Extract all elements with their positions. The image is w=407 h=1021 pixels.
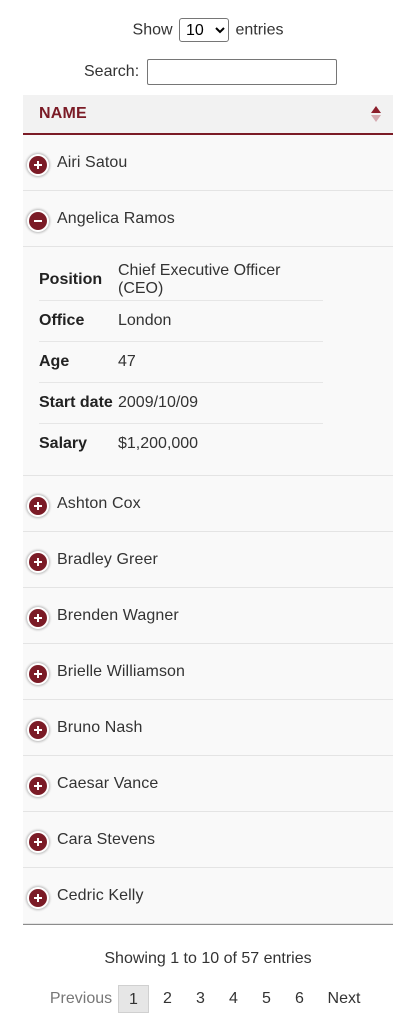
row-name: Brenden Wagner	[57, 606, 179, 624]
previous-page-button[interactable]: Previous	[44, 985, 118, 1013]
row-name: Bruno Nash	[57, 718, 143, 736]
table-row[interactable]: Brielle Williamson	[23, 644, 393, 700]
detail-value: 2009/10/09	[118, 382, 323, 424]
row-name: Caesar Vance	[57, 774, 159, 792]
expand-plus-icon[interactable]	[29, 155, 47, 174]
page-button-1[interactable]: 1	[118, 985, 149, 1013]
page-button-2[interactable]: 2	[151, 985, 184, 1013]
row-name: Bradley Greer	[57, 550, 158, 568]
detail-value: Chief Executive Officer (CEO)	[118, 260, 323, 301]
detail-row: Position Chief Executive Officer (CEO)	[39, 260, 323, 301]
detail-label: Office	[39, 300, 118, 342]
sort-ascending-icon	[371, 106, 381, 122]
detail-row: Salary $1,200,000	[39, 424, 323, 465]
table-row[interactable]: Caesar Vance	[23, 756, 393, 812]
pagination: Previous 1 2 3 4 5 6 Next	[0, 985, 407, 1013]
show-label: Show	[132, 21, 173, 39]
detail-value: 47	[118, 341, 323, 383]
entries-length-control: Show 10 entries	[0, 18, 407, 42]
expand-plus-icon[interactable]	[29, 776, 47, 795]
table-row[interactable]: Bradley Greer	[23, 532, 393, 588]
entries-label: entries	[235, 21, 284, 39]
expand-plus-icon[interactable]	[29, 552, 47, 571]
detail-label: Age	[39, 341, 118, 383]
page-button-5[interactable]: 5	[250, 985, 283, 1013]
table-row[interactable]: Airi Satou	[23, 135, 393, 191]
search-input[interactable]	[147, 59, 338, 85]
collapse-minus-icon[interactable]	[29, 211, 47, 230]
next-page-button[interactable]: Next	[316, 985, 372, 1013]
table-row[interactable]: Brenden Wagner	[23, 588, 393, 644]
detail-row: Start date 2009/10/09	[39, 382, 323, 424]
detail-label: Salary	[39, 435, 88, 452]
search-label: Search:	[84, 63, 140, 80]
table-row[interactable]: Ashton Cox	[23, 476, 393, 532]
expand-plus-icon[interactable]	[29, 608, 47, 627]
row-name: Cara Stevens	[57, 830, 156, 848]
row-name: Angelica Ramos	[57, 209, 175, 227]
detail-value: London	[118, 300, 323, 342]
table-row[interactable]: Cedric Kelly	[23, 868, 393, 924]
expand-plus-icon[interactable]	[29, 720, 47, 739]
expand-plus-icon[interactable]	[29, 888, 47, 907]
expand-plus-icon[interactable]	[29, 832, 47, 851]
page-button-6[interactable]: 6	[283, 985, 316, 1013]
entries-per-page-select[interactable]: 10	[179, 18, 229, 42]
row-name: Airi Satou	[57, 153, 128, 171]
detail-row: Office London	[39, 300, 323, 342]
detail-value: $1,200,000	[118, 435, 199, 452]
details-table: Position Chief Executive Officer (CEO) O…	[39, 260, 323, 464]
table-info: Showing 1 to 10 of 57 entries	[104, 950, 312, 967]
data-table: NAME Airi Satou Angelica Ramos Position …	[23, 95, 393, 925]
row-name: Ashton Cox	[57, 494, 141, 512]
page-button-4[interactable]: 4	[217, 985, 250, 1013]
detail-label: Position	[39, 260, 118, 301]
expand-plus-icon[interactable]	[29, 664, 47, 683]
detail-row: Age 47	[39, 341, 323, 383]
row-name: Brielle Williamson	[57, 662, 186, 680]
table-row[interactable]: Bruno Nash	[23, 700, 393, 756]
row-name: Cedric Kelly	[57, 886, 144, 904]
table-row[interactable]: Cara Stevens	[23, 812, 393, 868]
name-header-label: NAME	[39, 105, 87, 122]
expand-plus-icon[interactable]	[29, 496, 47, 515]
table-row[interactable]: Angelica Ramos	[23, 191, 393, 247]
search-control: Search:	[84, 59, 338, 85]
page-button-3[interactable]: 3	[184, 985, 217, 1013]
name-column-header[interactable]: NAME	[23, 95, 393, 135]
row-details: Position Chief Executive Officer (CEO) O…	[23, 247, 393, 476]
detail-label: Start date	[39, 382, 118, 424]
